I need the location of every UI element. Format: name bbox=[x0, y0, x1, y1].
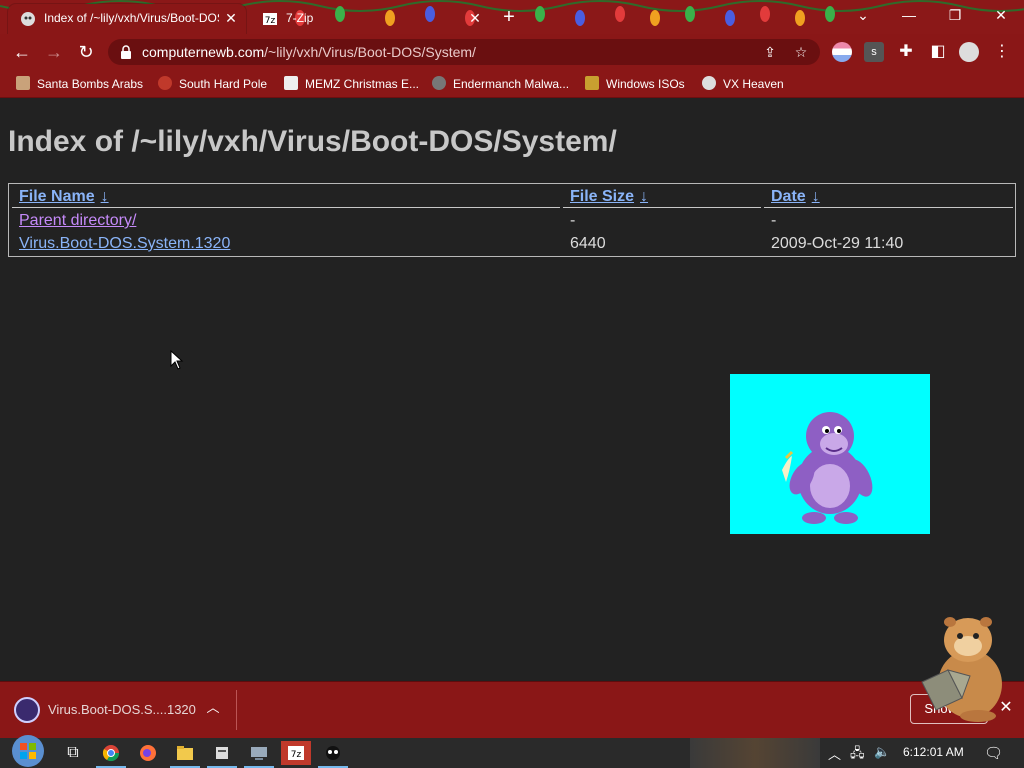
header-divider bbox=[12, 207, 560, 208]
chevron-up-icon[interactable]: ︿ bbox=[828, 744, 841, 763]
forward-arrow-icon[interactable]: → bbox=[42, 40, 66, 64]
s-extension-icon[interactable]: s bbox=[864, 42, 884, 62]
sort-arrow-icon: ↓ bbox=[100, 188, 109, 205]
bookmarks-bar: Santa Bombs Arabs South Hard Pole MEMZ C… bbox=[0, 70, 1024, 98]
tab-strip: Index of /~lily/vxh/Virus/Boot-DOS/Syste… bbox=[0, 0, 1024, 34]
taskbar-thumbnail-area bbox=[690, 738, 820, 768]
bookmark-memz-christmas[interactable]: MEMZ Christmas E... bbox=[284, 75, 419, 93]
vx-icon bbox=[702, 76, 716, 90]
bookmark-santa-bombs-arabs[interactable]: Santa Bombs Arabs bbox=[16, 75, 143, 93]
share-icon[interactable]: ⇪ bbox=[760, 42, 780, 62]
bookmark-south-hard-pole[interactable]: South Hard Pole bbox=[158, 75, 267, 93]
file-link[interactable]: Virus.Boot-DOS.System.1320 bbox=[19, 235, 230, 253]
file-listing-table: File Name ↓ File Size ↓ Date ↓ Parent direc… bbox=[8, 183, 1016, 257]
sort-arrow-icon: ↓ bbox=[811, 188, 820, 205]
bookmark-star-icon[interactable]: ☆ bbox=[791, 42, 811, 62]
7zip-favicon-icon: 7z bbox=[263, 13, 277, 26]
extensions-puzzle-icon[interactable]: ✚ bbox=[894, 40, 918, 64]
column-header-date[interactable]: Date ↓ bbox=[771, 188, 820, 206]
bonzi-buddy-gorilla-icon bbox=[782, 412, 873, 524]
url-path: /~lily/vxh/Virus/Boot-DOS/System/ bbox=[264, 44, 476, 60]
app-taskbar-icon[interactable] bbox=[207, 741, 237, 768]
site-favicon-icon bbox=[21, 12, 35, 26]
file-size-cell: - bbox=[570, 212, 576, 229]
taskbar-clock[interactable]: 6:12:01 AM bbox=[903, 745, 964, 759]
buddha-icon bbox=[585, 76, 599, 90]
tab-title: Index of /~lily/vxh/Virus/Boot-DOS/Syste… bbox=[44, 11, 219, 25]
enderman-icon bbox=[432, 76, 446, 90]
download-shelf: Virus.Boot-DOS.S....1320 ︿ Show all ✕ bbox=[0, 681, 1024, 738]
tab-title: 7-Zip bbox=[286, 11, 314, 25]
sort-arrow-icon: ↓ bbox=[640, 188, 649, 205]
flag-extension-icon[interactable] bbox=[832, 42, 852, 62]
close-window-button[interactable]: ✕ bbox=[978, 0, 1024, 30]
svg-text:7z: 7z bbox=[291, 750, 302, 760]
7zip-taskbar-icon[interactable]: 7z bbox=[281, 741, 311, 765]
firefox-taskbar-icon[interactable] bbox=[133, 741, 163, 765]
bookmark-windows-isos[interactable]: Windows ISOs bbox=[585, 75, 685, 93]
header-divider bbox=[764, 207, 1013, 208]
date-cell: 2009-Oct-29 11:40 bbox=[771, 235, 904, 252]
browser-toolbar: ← → ↻ computernewb.com/~lily/vxh/Virus/B… bbox=[0, 34, 1024, 70]
restore-button[interactable]: ❐ bbox=[932, 0, 978, 30]
hamster-reading-icon bbox=[921, 617, 1002, 722]
chevron-up-icon[interactable]: ︿ bbox=[203, 698, 223, 718]
bookmark-vx-heaven[interactable]: VX Heaven bbox=[702, 75, 784, 93]
task-view-icon[interactable]: ⧉ bbox=[58, 741, 88, 765]
column-header-file-size[interactable]: File Size ↓ bbox=[570, 188, 648, 206]
minimize-button[interactable]: — bbox=[886, 0, 932, 30]
tab-index-of[interactable]: Index of /~lily/vxh/Virus/Boot-DOS/Syste… bbox=[8, 4, 246, 34]
tab-close-icon[interactable]: ✕ bbox=[466, 9, 484, 27]
chrome-taskbar-icon[interactable] bbox=[96, 741, 126, 768]
file-explorer-taskbar-icon[interactable] bbox=[170, 741, 200, 768]
tab-7zip[interactable]: 7z 7-Zip ✕ bbox=[250, 4, 490, 34]
file-size-cell: 6440 bbox=[570, 235, 606, 252]
tab-search-button[interactable]: ⌄ bbox=[840, 0, 886, 30]
mouse-cursor-icon bbox=[170, 350, 184, 370]
lock-icon[interactable] bbox=[120, 45, 132, 59]
bonzi-taskbar-icon[interactable] bbox=[318, 741, 348, 768]
page-title: Index of /~lily/vxh/Virus/Boot-DOS/Syste… bbox=[8, 125, 617, 158]
column-header-file-name[interactable]: File Name ↓ bbox=[19, 188, 109, 206]
address-bar[interactable]: computernewb.com/~lily/vxh/Virus/Boot-DO… bbox=[108, 39, 820, 65]
date-cell: - bbox=[771, 212, 777, 229]
memz-icon bbox=[284, 76, 298, 90]
download-file-icon bbox=[14, 697, 40, 723]
network-icon[interactable]: 🖧 bbox=[850, 744, 865, 766]
santa-icon bbox=[16, 76, 30, 90]
notifications-icon[interactable]: 🗨 bbox=[984, 744, 1003, 762]
page-content: Index of /~lily/vxh/Virus/Boot-DOS/Syste… bbox=[0, 99, 1024, 681]
parent-directory-link[interactable]: Parent directory/ bbox=[19, 212, 136, 230]
kebab-menu-icon[interactable]: ⋮ bbox=[990, 40, 1014, 64]
new-tab-button[interactable]: + bbox=[498, 6, 520, 28]
bookmark-endermanch-malware[interactable]: Endermanch Malwa... bbox=[432, 75, 569, 93]
network-app-taskbar-icon[interactable] bbox=[244, 741, 274, 768]
volume-icon[interactable]: 🔈 bbox=[874, 744, 890, 760]
back-arrow-icon[interactable]: ← bbox=[10, 40, 34, 64]
download-item[interactable]: Virus.Boot-DOS.S....1320 bbox=[48, 702, 196, 717]
start-button-icon[interactable] bbox=[8, 734, 48, 768]
windows-taskbar: ⧉ 7z ︿ 🖧 🔈 6:12:01 AM 🗨 bbox=[0, 735, 1024, 768]
svg-text:7z: 7z bbox=[265, 16, 276, 26]
virus-icon bbox=[158, 76, 172, 90]
bonzi-buddy-window[interactable] bbox=[730, 374, 930, 534]
side-panel-icon[interactable]: ◧ bbox=[926, 40, 950, 64]
tab-close-icon[interactable]: ✕ bbox=[222, 9, 240, 27]
shelf-divider bbox=[236, 690, 237, 730]
url-text[interactable]: computernewb.com/~lily/vxh/Virus/Boot-DO… bbox=[142, 44, 476, 60]
url-host: computernewb.com bbox=[142, 44, 265, 60]
reload-icon[interactable]: ↻ bbox=[74, 40, 98, 64]
profile-avatar-icon[interactable] bbox=[959, 42, 979, 62]
header-divider bbox=[563, 207, 761, 208]
